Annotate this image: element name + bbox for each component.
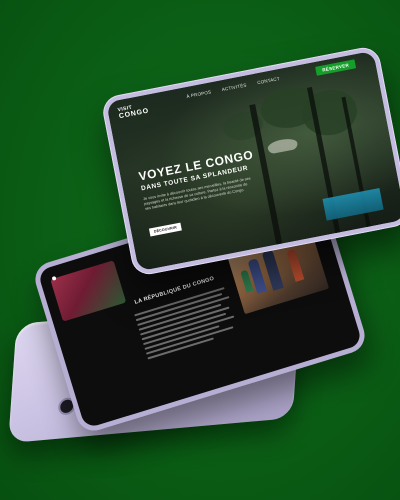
video-thumbnail[interactable] bbox=[50, 260, 127, 322]
nav-item-contact[interactable]: CONTACT bbox=[257, 76, 280, 85]
reserve-button[interactable]: RÉSERVER bbox=[315, 59, 357, 76]
front-tablet-screen: VISIT CONGO À PROPOS ACTIVITÉS CONTACT R… bbox=[106, 50, 400, 272]
front-tablet-device: VISIT CONGO À PROPOS ACTIVITÉS CONTACT R… bbox=[100, 44, 400, 278]
nav-item-a-propos[interactable]: À PROPOS bbox=[186, 89, 212, 99]
nav-menu: À PROPOS ACTIVITÉS CONTACT bbox=[186, 76, 280, 99]
visit-congo-logo[interactable]: VISIT CONGO bbox=[117, 103, 149, 120]
forest-lodge bbox=[266, 136, 299, 155]
nav-item-activites[interactable]: ACTIVITÉS bbox=[221, 82, 247, 92]
discover-button[interactable]: DÉCOUVRIR bbox=[148, 222, 182, 237]
device-mockup-scene: LA RÉPUBLIQUE DU CONGO VISIT CONGO À PRO… bbox=[0, 0, 400, 500]
